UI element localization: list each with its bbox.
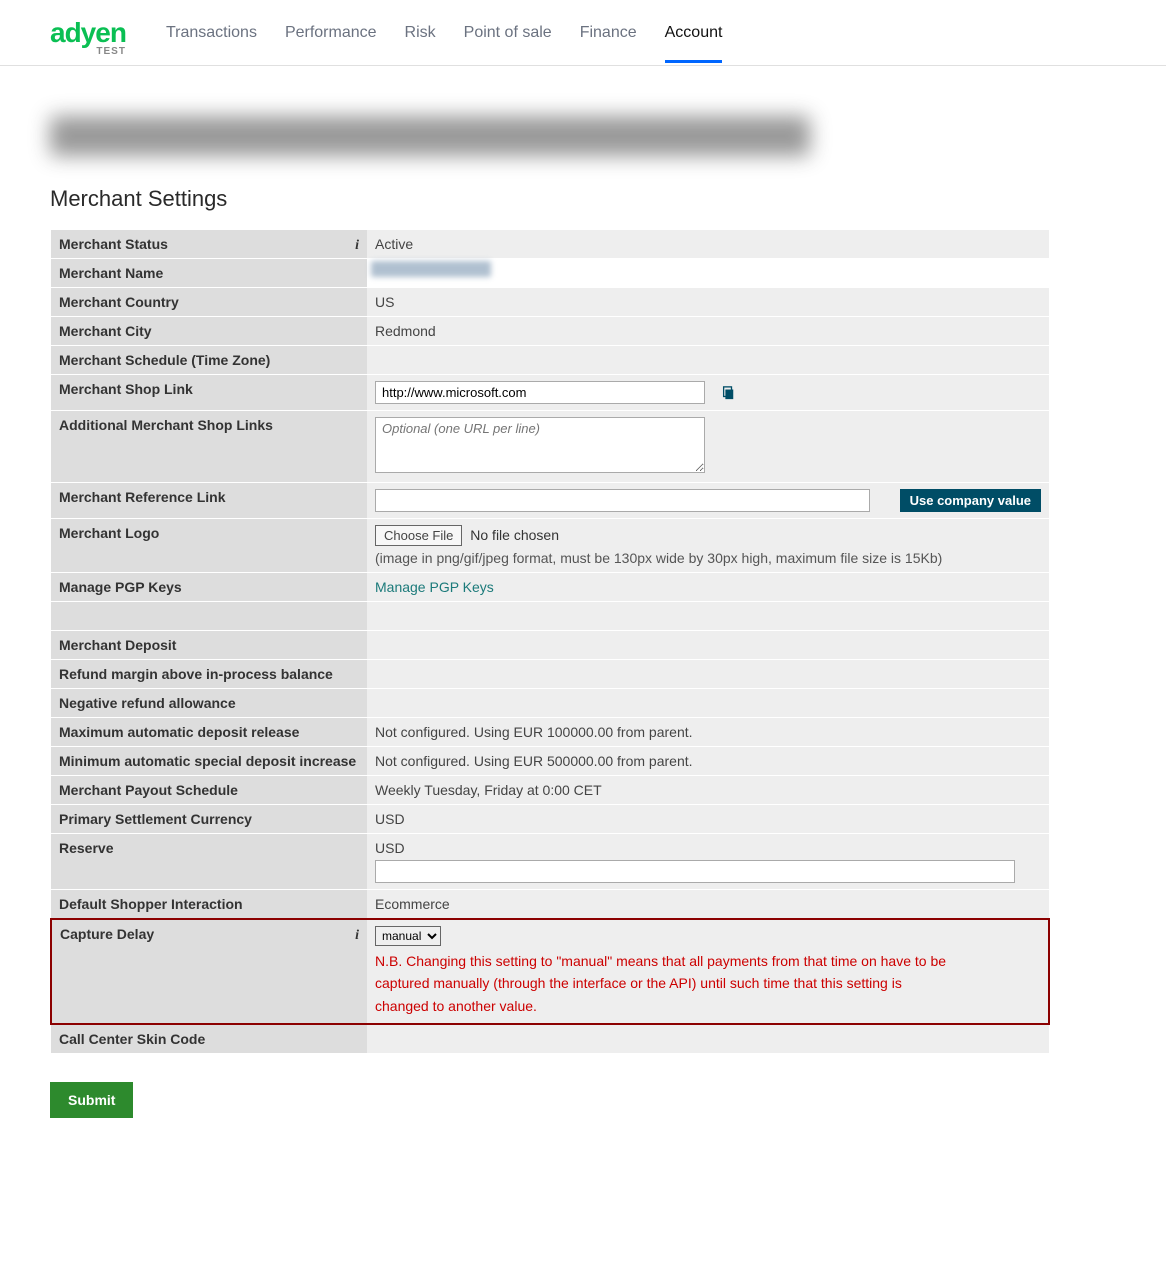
logo-sub: TEST [96,46,126,57]
row-additional-links: Additional Merchant Shop Links [51,411,1049,483]
value-additional-links [367,411,1049,483]
value-refund-margin [367,660,1049,689]
label-manage-pgp: Manage PGP Keys [51,573,367,602]
value-merchant-country: US [367,288,1049,317]
merchant-ref-link-input[interactable] [375,489,870,512]
label-merchant-status: Merchant Status i [51,230,367,259]
row-merchant-deposit: Merchant Deposit [51,631,1049,660]
label-merchant-name: Merchant Name [51,259,367,288]
value-merchant-logo: Choose File No file chosen (image in png… [367,519,1049,573]
label-merchant-shop-link: Merchant Shop Link [51,375,367,411]
row-call-center: Call Center Skin Code [51,1024,1049,1054]
label-payout-schedule: Merchant Payout Schedule [51,776,367,805]
label-primary-currency: Primary Settlement Currency [51,805,367,834]
row-merchant-name: Merchant Name [51,259,1049,288]
label-spacer [51,602,367,631]
row-merchant-schedule: Merchant Schedule (Time Zone) [51,346,1049,375]
row-spacer [51,602,1049,631]
value-max-auto-deposit: Not configured. Using EUR 100000.00 from… [367,718,1049,747]
info-icon[interactable]: i [355,238,359,254]
settings-table: Merchant Status i Active Merchant Name M… [50,230,1050,1054]
nav-finance[interactable]: Finance [580,4,637,62]
value-capture-delay: manual N.B. Changing this setting to "ma… [367,919,1049,1024]
label-additional-links: Additional Merchant Shop Links [51,411,367,483]
value-call-center [367,1024,1049,1054]
value-merchant-shop-link [367,375,1049,411]
row-default-shopper: Default Shopper Interaction Ecommerce [51,890,1049,920]
row-min-auto-special: Minimum automatic special deposit increa… [51,747,1049,776]
value-reserve: USD [367,834,1049,890]
page: Merchant Settings Merchant Status i Acti… [0,66,1100,1178]
label-default-shopper: Default Shopper Interaction [51,890,367,920]
label-max-auto-deposit: Maximum automatic deposit release [51,718,367,747]
manage-pgp-link[interactable]: Manage PGP Keys [375,579,494,595]
submit-button[interactable]: Submit [50,1082,133,1118]
row-primary-currency: Primary Settlement Currency USD [51,805,1049,834]
label-capture-delay: Capture Delay i [51,919,367,1024]
row-negative-refund: Negative refund allowance [51,689,1049,718]
value-merchant-deposit [367,631,1049,660]
row-reserve: Reserve USD [51,834,1049,890]
nav-account[interactable]: Account [665,4,723,62]
label-merchant-country: Merchant Country [51,288,367,317]
copy-icon[interactable] [721,386,735,400]
reserve-input[interactable] [375,860,1015,883]
row-refund-margin: Refund margin above in-process balance [51,660,1049,689]
value-default-shopper: Ecommerce [367,890,1049,920]
row-merchant-logo: Merchant Logo Choose File No file chosen… [51,519,1049,573]
row-merchant-city: Merchant City Redmond [51,317,1049,346]
row-capture-delay: Capture Delay i manual N.B. Changing thi… [51,919,1049,1024]
choose-file-button[interactable]: Choose File [375,525,462,546]
value-merchant-status: Active [367,230,1049,259]
label-merchant-logo: Merchant Logo [51,519,367,573]
label-merchant-deposit: Merchant Deposit [51,631,367,660]
row-payout-schedule: Merchant Payout Schedule Weekly Tuesday,… [51,776,1049,805]
row-merchant-shop-link: Merchant Shop Link [51,375,1049,411]
value-manage-pgp: Manage PGP Keys [367,573,1049,602]
merchant-name-blurred [371,261,491,277]
row-merchant-ref-link: Merchant Reference Link Use company valu… [51,483,1049,519]
label-call-center: Call Center Skin Code [51,1024,367,1054]
label-merchant-city: Merchant City [51,317,367,346]
merchant-shop-link-input[interactable] [375,381,705,404]
row-merchant-status: Merchant Status i Active [51,230,1049,259]
label-merchant-schedule: Merchant Schedule (Time Zone) [51,346,367,375]
use-company-value-button[interactable]: Use company value [900,489,1041,512]
page-title-blurred [50,116,810,156]
value-negative-refund [367,689,1049,718]
label-min-auto-special: Minimum automatic special deposit increa… [51,747,367,776]
value-spacer [367,602,1049,631]
additional-links-textarea[interactable] [375,417,705,473]
label-reserve: Reserve [51,834,367,890]
label-refund-margin: Refund margin above in-process balance [51,660,367,689]
nav-transactions[interactable]: Transactions [166,4,257,62]
row-max-auto-deposit: Maximum automatic deposit release Not co… [51,718,1049,747]
value-payout-schedule: Weekly Tuesday, Friday at 0:00 CET [367,776,1049,805]
nav: Transactions Performance Risk Point of s… [166,4,723,62]
value-merchant-schedule [367,346,1049,375]
value-primary-currency: USD [367,805,1049,834]
logo[interactable]: adyen TEST [50,17,126,49]
row-manage-pgp: Manage PGP Keys Manage PGP Keys [51,573,1049,602]
section-title: Merchant Settings [50,186,1050,212]
logo-hint: (image in png/gif/jpeg format, must be 1… [375,550,1041,566]
value-merchant-name [367,259,1049,288]
topbar: adyen TEST Transactions Performance Risk… [0,0,1166,66]
capture-delay-select[interactable]: manual [375,926,441,946]
value-merchant-ref-link: Use company value [367,483,1049,519]
label-negative-refund: Negative refund allowance [51,689,367,718]
nav-performance[interactable]: Performance [285,4,377,62]
value-merchant-city: Redmond [367,317,1049,346]
nav-point-of-sale[interactable]: Point of sale [464,4,552,62]
label-merchant-ref-link: Merchant Reference Link [51,483,367,519]
value-min-auto-special: Not configured. Using EUR 500000.00 from… [367,747,1049,776]
reserve-text: USD [375,840,405,856]
nav-risk[interactable]: Risk [405,4,436,62]
logo-text: adyen [50,17,126,48]
info-icon[interactable]: i [355,928,359,944]
row-merchant-country: Merchant Country US [51,288,1049,317]
capture-delay-warning: N.B. Changing this setting to "manual" m… [375,950,955,1017]
no-file-chosen: No file chosen [470,527,559,543]
